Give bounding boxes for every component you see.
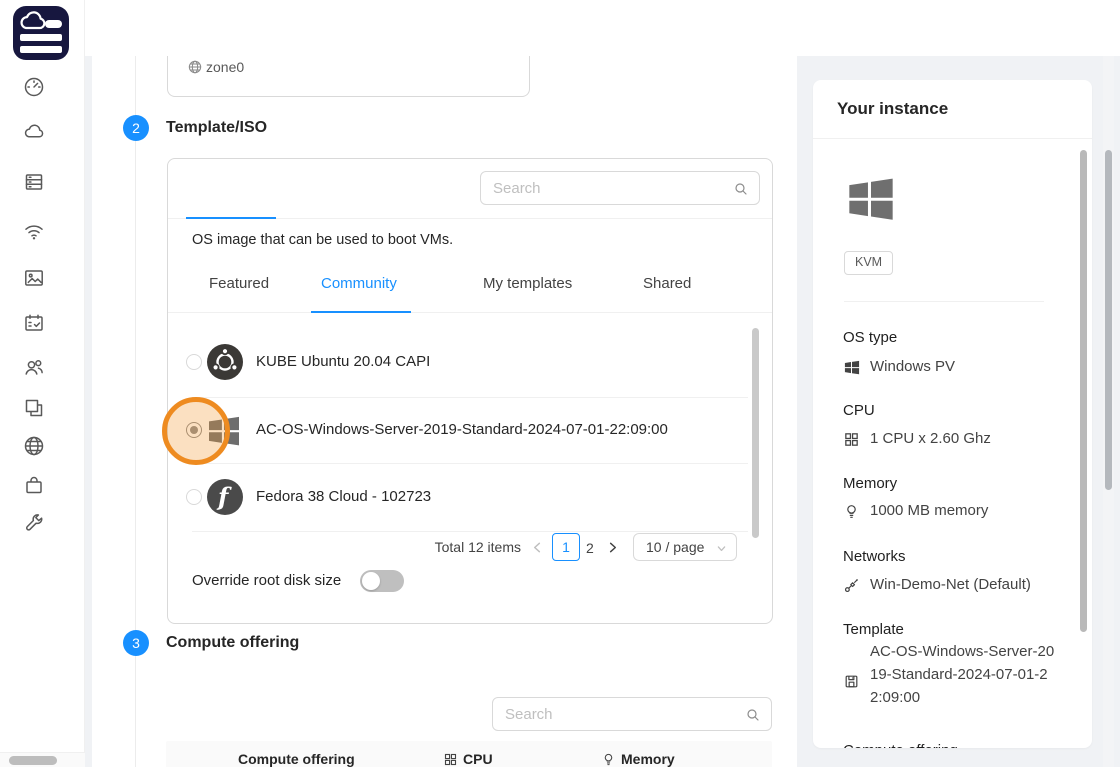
sidebar-resize-handle[interactable] (9, 756, 57, 765)
pagination-prev-icon[interactable] (531, 541, 544, 554)
page-size-value: 10 / page (646, 539, 704, 555)
tab-my-templates[interactable]: My templates (483, 275, 572, 292)
globe-icon (187, 59, 203, 75)
instance-panel-header: Your instance (813, 80, 1092, 139)
column-cpu: CPU (463, 751, 493, 767)
pagination-page-2[interactable]: 2 (586, 540, 594, 556)
storage-icon[interactable] (22, 170, 46, 194)
section-heading: Compute offering (843, 742, 958, 748)
sidebar-footer (0, 752, 85, 767)
save-icon (843, 673, 860, 690)
section-heading: Memory (843, 475, 897, 492)
tools-icon[interactable] (22, 511, 46, 535)
section-value: 1 CPU x 2.60 Ghz (870, 430, 991, 447)
pagination-next-icon[interactable] (606, 541, 619, 554)
ubuntu-logo-icon (207, 344, 243, 380)
template-name: AC-OS-Windows-Server-2019-Standard-2024-… (256, 421, 668, 438)
sidebar (0, 0, 85, 767)
images-icon[interactable] (22, 266, 46, 290)
projects-icon[interactable] (22, 396, 46, 420)
template-radio-unchecked[interactable] (186, 489, 202, 505)
network-plug-icon (843, 577, 860, 594)
page-scrollbar-track[interactable] (1103, 56, 1114, 767)
app-logo[interactable] (13, 6, 69, 60)
cloud-compute-icon[interactable] (22, 120, 46, 144)
template-description: OS image that can be used to boot VMs. (192, 232, 453, 248)
events-icon[interactable] (22, 311, 46, 335)
section-value: Win-Demo-Net (Default) (870, 576, 1031, 593)
column-compute-offering: Compute offering (238, 751, 355, 767)
row-divider (192, 397, 748, 398)
windows-logo-icon (205, 413, 243, 449)
step-connector (135, 141, 136, 630)
step-2-label: Template/ISO (166, 119, 267, 137)
tab-ink-bar (186, 217, 276, 219)
step-2-indicator: 2 (123, 115, 149, 141)
section-value: Windows PV (870, 358, 955, 375)
template-name: Fedora 38 Cloud - 102723 (256, 488, 431, 505)
app-root: A MG Mon Goose zone0 2 Templa (0, 0, 1120, 767)
page-scrollbar-thumb[interactable] (1105, 150, 1112, 490)
section-heading: OS type (843, 329, 897, 346)
cpu-grid-icon (843, 431, 860, 448)
zone-select[interactable]: zone0 (167, 56, 530, 97)
bulb-icon (843, 503, 860, 520)
step-3-label: Compute offering (166, 634, 299, 652)
hypervisor-tag: KVM (844, 251, 893, 275)
tab-shared[interactable]: Shared (643, 275, 691, 292)
section-heading: CPU (843, 402, 875, 419)
compute-search-placeholder: Search (505, 706, 553, 723)
network-icon[interactable] (22, 219, 46, 243)
filter-tab-divider (168, 312, 772, 313)
infrastructure-icon[interactable] (22, 434, 46, 458)
filter-tab-ink-bar (311, 311, 411, 313)
compute-offering-search-input[interactable]: Search (492, 697, 772, 731)
tab-community[interactable]: Community (321, 275, 397, 292)
step-connector (135, 56, 136, 115)
panel-divider (844, 301, 1044, 302)
template-radio-unchecked[interactable] (186, 354, 202, 370)
override-root-disk-label: Override root disk size (192, 572, 341, 589)
bulb-icon (601, 752, 616, 767)
tab-featured[interactable]: Featured (209, 275, 269, 292)
override-root-disk-toggle[interactable] (360, 570, 404, 592)
template-search-input[interactable]: Search (480, 171, 760, 205)
search-icon[interactable] (745, 707, 761, 723)
zone-select-value: zone0 (206, 59, 244, 75)
column-memory: Memory (621, 751, 675, 767)
fedora-logo-icon: f (207, 479, 243, 515)
windows-icon (843, 359, 861, 376)
template-name: KUBE Ubuntu 20.04 CAPI (256, 353, 430, 370)
template-radio-checked[interactable] (186, 422, 202, 438)
dashboard-icon[interactable] (22, 75, 46, 99)
section-value: AC-OS-Windows-Server-2019-Standard-2024-… (870, 640, 1056, 709)
chevron-down-icon (716, 543, 727, 554)
panel-scrollbar[interactable] (1080, 150, 1087, 632)
cpu-grid-icon (443, 752, 458, 767)
template-search-placeholder: Search (493, 180, 541, 197)
windows-logo-icon (844, 173, 898, 225)
list-scrollbar[interactable] (752, 328, 759, 538)
users-icon[interactable] (22, 355, 46, 379)
instance-panel-title: Your instance (837, 99, 948, 119)
section-value: 1000 MB memory (870, 502, 988, 519)
instance-panel: Your instance KVM OS type Windows PV CPU (813, 80, 1092, 748)
pagination-page-1[interactable]: 1 (552, 533, 580, 561)
offerings-icon[interactable] (22, 473, 46, 497)
section-heading: Networks (843, 548, 906, 565)
pagination-total: Total 12 items (380, 539, 521, 555)
section-heading: Template (843, 621, 904, 638)
toggle-knob (362, 572, 380, 590)
page-size-select[interactable]: 10 / page (633, 533, 737, 561)
search-icon[interactable] (733, 181, 749, 197)
top-header (0, 0, 1120, 56)
step-connector (135, 656, 136, 767)
row-divider (192, 463, 748, 464)
compute-offering-table-header: Compute offering CPU Memory (166, 741, 772, 767)
row-divider (192, 531, 748, 532)
step-3-indicator: 3 (123, 630, 149, 656)
